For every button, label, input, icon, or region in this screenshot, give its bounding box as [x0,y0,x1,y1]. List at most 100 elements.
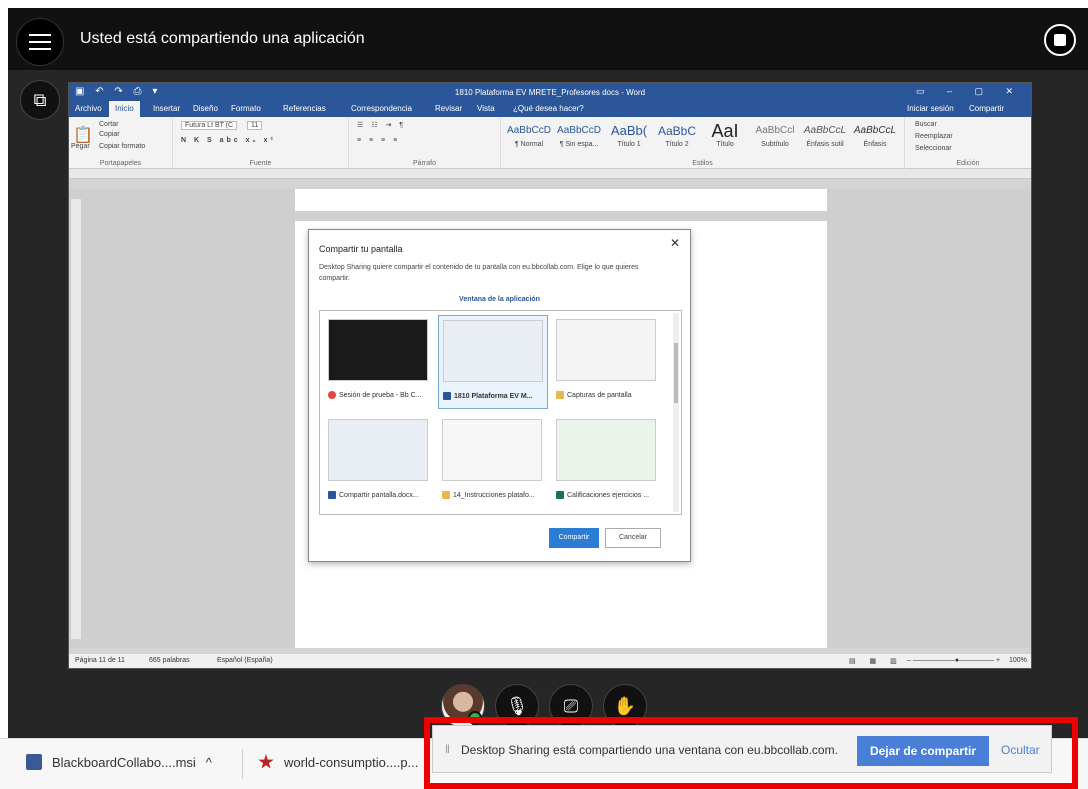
style-subtitle[interactable]: AaBbCcl Subtítulo [751,121,799,155]
align-buttons[interactable]: ≡ ≡ ≡ ≡ [357,137,400,144]
window-option-selected[interactable]: 1810 Plataforma EV M... [438,315,548,409]
select-button[interactable]: Seleccionar [915,145,952,152]
tab-correspondencia[interactable]: Correspondencia [351,104,412,113]
tab-archivo[interactable]: Archivo [75,104,102,113]
sharing-title: Usted está compartiendo una aplicación [80,30,365,47]
format-painter-button[interactable]: Copiar formato [99,143,145,150]
download-item[interactable]: world-consumptio....p... [258,754,418,770]
microphone-off-icon: 🎙 [505,695,529,716]
style-name: Énfasis [863,141,887,148]
style-sample: AaBbC [657,124,697,138]
editing-label: Edición [956,160,980,167]
previous-page [295,189,827,211]
style-name: Título [716,141,734,148]
document-title: 1810 Plataforma EV MRETE_Profesores docs… [454,88,646,97]
window-option[interactable]: 14_Instrucciones platafo... [438,415,548,509]
close-icon[interactable]: ✕ [670,236,680,250]
window-option[interactable]: Sesión de prueba - Bb C... [324,315,434,409]
download-item[interactable]: BlackboardCollabo....msi ^ [26,754,212,770]
list-buttons[interactable]: ☰ ☷ ⇥ ¶ [357,121,406,129]
page-count[interactable]: Página 11 de 11 [75,657,125,664]
style-heading-1[interactable]: AaBb(Título 1 [605,121,653,155]
style-sample: AaBbCcD [557,125,601,136]
window-picker-grid: Sesión de prueba - Bb C... 1810 Platafor… [319,310,682,515]
signin-link[interactable]: Iniciar sesión [907,104,954,113]
window-thumbnail [328,319,428,381]
zoom-level[interactable]: 100% [1009,657,1027,664]
paste-icon[interactable]: 📋 [73,125,93,145]
style-name: Subtítulo [761,141,789,148]
style-subtle-emphasis[interactable]: AaBbCcL Énfasis sutil [801,121,849,155]
style-name: Título 2 [665,141,689,148]
dialog-description: Desktop Sharing quiere compartir el cont… [319,264,639,282]
window-caption: Sesión de prueba - Bb C... [328,391,434,399]
style-heading-2[interactable]: AaBbC Título 2 [653,121,701,155]
copy-button[interactable]: Copiar [99,131,120,138]
cancel-button[interactable]: Cancelar [605,528,661,548]
style-no-spacing[interactable]: AaBbCcD ¶ Sin espa... [555,121,603,155]
style-title[interactable]: AaI Título [701,121,749,155]
styles-label: Estilos [692,160,713,167]
style-sample: AaI [711,121,739,141]
word-count[interactable]: 665 palabras [149,657,189,664]
tell-me-search[interactable]: ¿Qué desea hacer? [513,104,584,113]
tab-revisar[interactable]: Revisar [435,104,462,113]
share-content-icon: ⧉ [33,89,47,110]
font-format-buttons[interactable]: N K S abc x₂ x² [181,137,276,144]
share-link[interactable]: Compartir [969,104,1004,113]
word-status-bar: Página 11 de 11 665 palabras Español (Es… [69,654,1031,668]
font-size-select[interactable]: 11 [247,121,263,130]
style-emphasis[interactable]: AaBbCcL Énfasis [851,121,899,155]
font-label: Fuente [249,160,272,167]
clipboard-group: 📋 Pegar Cortar Copiar Copiar formato Por… [69,117,173,169]
window-thumbnail [442,419,542,481]
style-sample: AaBbCcL [853,125,897,136]
tab-application-window[interactable]: Ventana de la aplicación [309,296,690,303]
tab-referencias[interactable]: Referencias [283,104,326,113]
menu-button[interactable] [16,18,64,66]
cut-button[interactable]: Cortar [99,121,118,128]
window-option[interactable]: Calificaciones ejercicios ... [552,415,662,509]
view-buttons[interactable]: ▤ ▦ ▥ [849,657,903,665]
dialog-title: Compartir tu pantalla [319,244,403,254]
window-label: 14_Instrucciones platafo... [453,491,535,499]
vertical-ruler [71,199,81,639]
camera-off-icon: ⎚ [563,695,579,716]
tab-diseno[interactable]: Diseño [193,104,218,113]
replace-button[interactable]: Reemplazar [915,133,953,140]
window-label: 1810 Plataforma EV M... [454,392,533,400]
horizontal-ruler [69,169,1031,179]
window-caption: Calificaciones ejercicios ... [556,491,662,499]
style-normal[interactable]: AaBbCcD ¶ Normal [505,121,553,155]
tab-formato[interactable]: Formato [231,104,261,113]
clipboard-label: Portapapeles [99,160,142,167]
window-controls[interactable]: ▭ – ▢ ✕ [916,86,1023,97]
window-option[interactable]: Compartir pantalla.docx... [324,415,434,509]
excel-icon [556,491,564,499]
zoom-slider[interactable]: – ——————●————— + [907,657,1000,664]
language[interactable]: Español (España) [217,657,273,664]
scrollbar-thumb[interactable] [674,343,678,403]
share-screen-dialog: Compartir tu pantalla ✕ Desktop Sharing … [308,229,691,562]
style-sample: AaBbCcl [755,125,795,136]
download-name: BlackboardCollabo....msi [52,754,196,770]
tab-insertar[interactable]: Insertar [153,104,180,113]
style-name: Título 1 [617,141,641,148]
share-button[interactable]: Compartir [549,528,599,548]
word-icon [443,392,451,400]
word-icon [328,491,336,499]
font-name-select[interactable]: Futura Lt BT (C [181,121,238,130]
paragraph-label: Párrafo [413,160,436,167]
picker-scrollbar[interactable] [673,313,679,512]
paste-button[interactable]: Pegar [71,143,90,150]
window-option[interactable]: Capturas de pantalla [552,315,662,409]
share-content-button[interactable]: ⧉ [20,80,60,120]
tab-vista[interactable]: Vista [477,104,495,113]
window-caption: Compartir pantalla.docx... [328,491,434,499]
stop-sharing-button[interactable] [1044,24,1076,56]
stop-icon [1054,34,1066,46]
top-bar: Usted está compartiendo una aplicación [8,8,1088,70]
chevron-up-icon[interactable]: ^ [206,755,212,770]
find-button[interactable]: Buscar [915,121,937,128]
tab-inicio[interactable]: Inicio [109,101,140,117]
